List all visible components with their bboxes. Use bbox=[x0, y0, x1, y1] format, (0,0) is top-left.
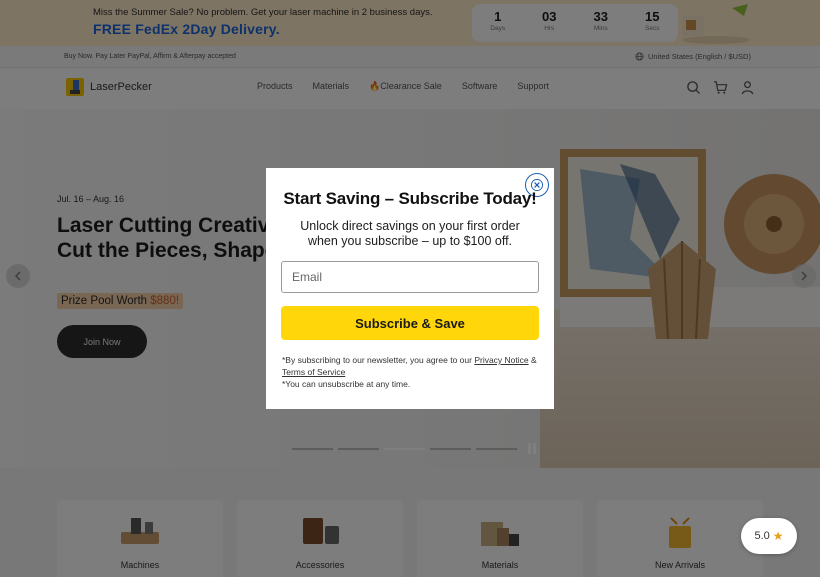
modal-title: Start Saving – Subscribe Today! bbox=[283, 189, 537, 208]
email-field[interactable] bbox=[281, 261, 539, 293]
subscribe-fine-print: *By subscribing to our newsletter, you a… bbox=[282, 355, 537, 389]
star-icon: ★ bbox=[772, 529, 784, 543]
privacy-notice-link[interactable]: Privacy Notice bbox=[474, 355, 528, 365]
subscribe-modal: Start Saving – Subscribe Today! Unlock d… bbox=[266, 168, 554, 409]
modal-subtitle: Unlock direct savings on your first orde… bbox=[300, 219, 520, 248]
rating-value: 5.0 bbox=[754, 530, 770, 542]
terms-of-service-link[interactable]: Terms of Service bbox=[282, 367, 345, 377]
subscribe-button[interactable]: Subscribe & Save bbox=[281, 306, 539, 340]
reviews-rating-badge[interactable]: 5.0 ★ bbox=[741, 518, 797, 554]
